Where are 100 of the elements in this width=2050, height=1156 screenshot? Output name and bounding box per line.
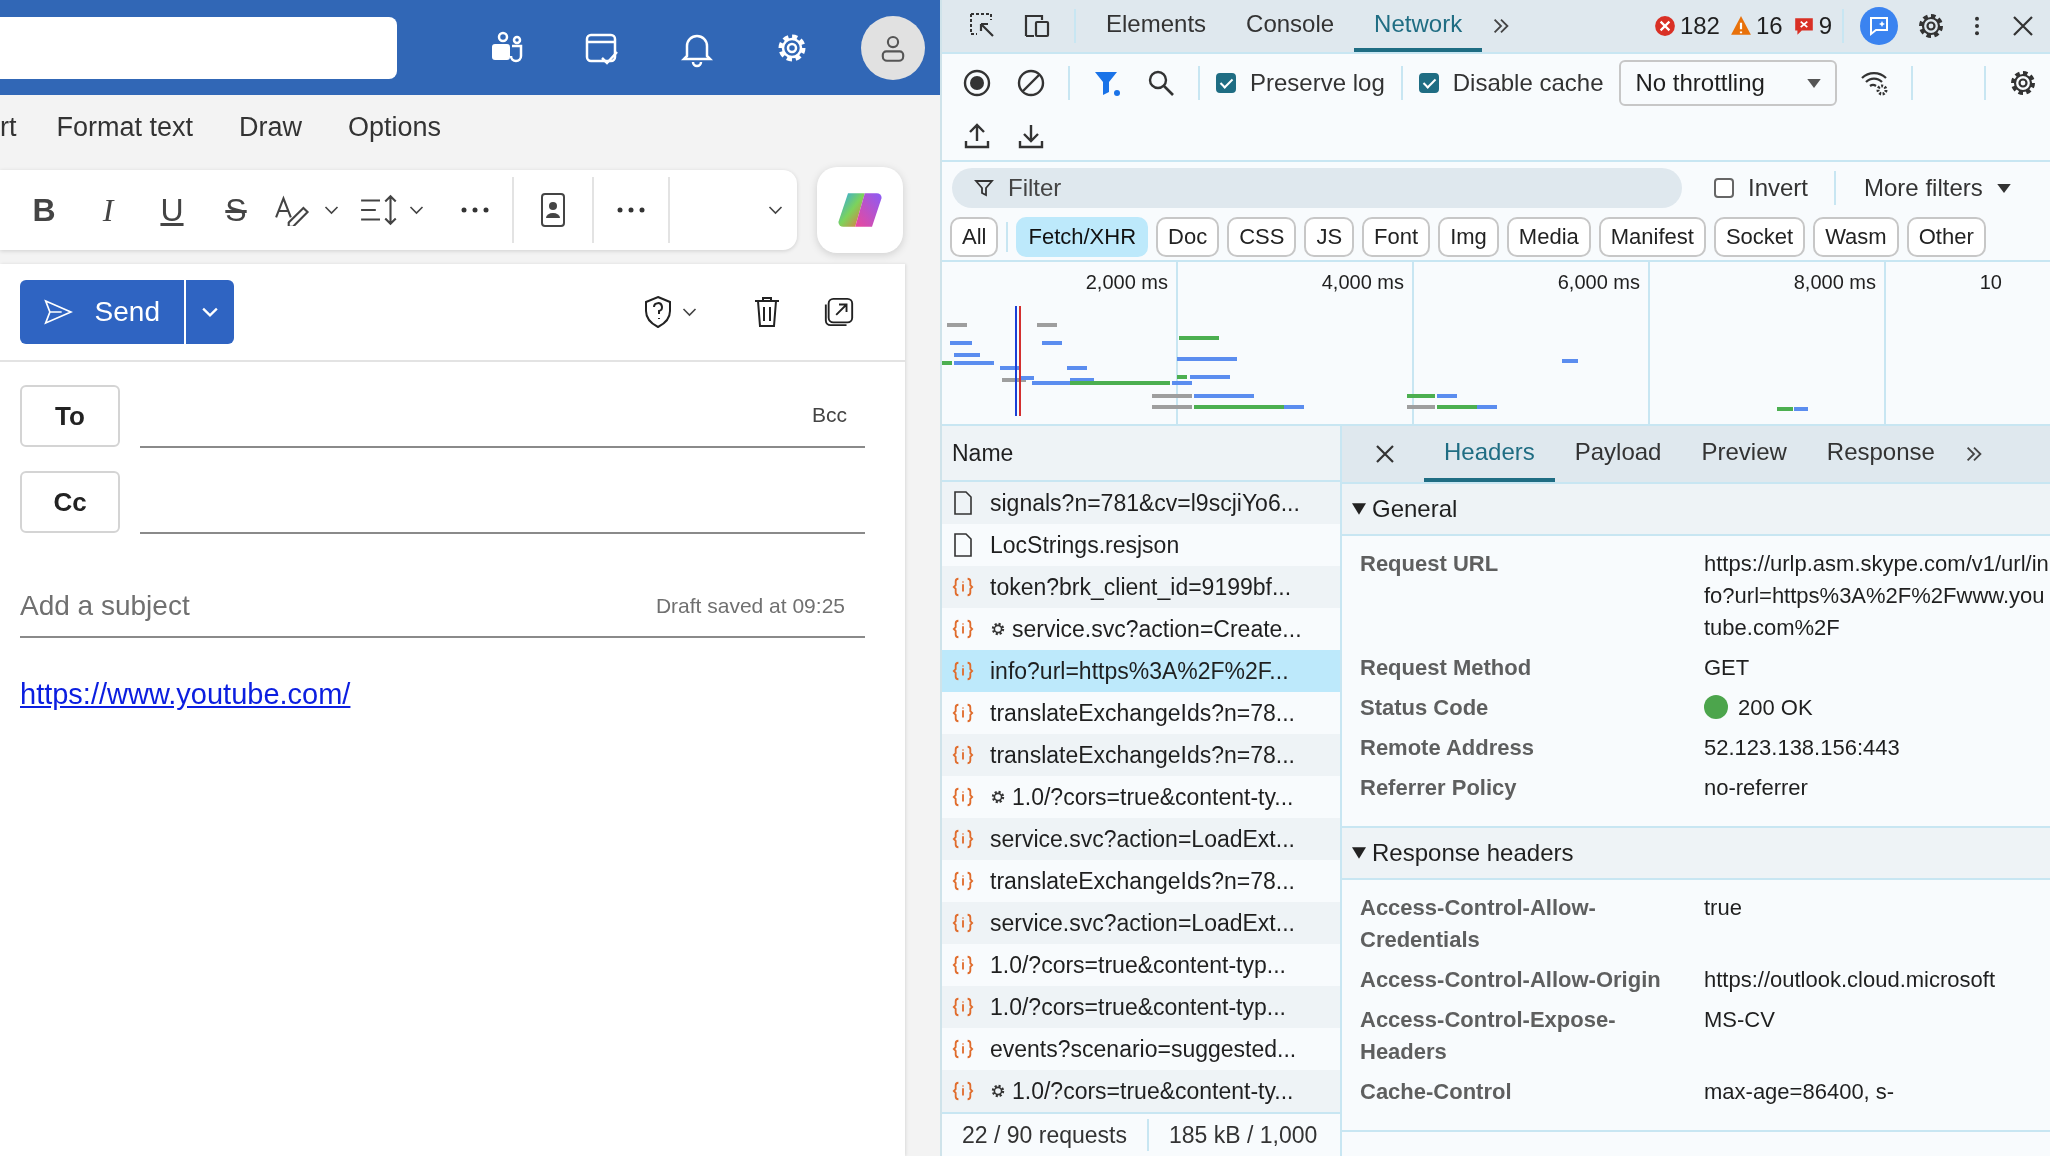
request-name: service.svc?action=LoadExt...: [990, 825, 1295, 853]
timeline-tick: 2,000 ms: [1084, 270, 1169, 294]
ribbon-tab[interactable]: Draw: [239, 112, 303, 143]
format-button[interactable]: I: [76, 191, 140, 229]
panel-tab[interactable]: Elements: [1086, 0, 1227, 52]
search-icon[interactable]: [1146, 68, 1176, 98]
error-icon: [1653, 15, 1676, 37]
popout-icon[interactable]: [823, 295, 855, 329]
fetch-icon: [952, 785, 974, 809]
request-row[interactable]: 1.0/?cors=true&content-typ...: [942, 986, 1340, 1028]
timeline-overview[interactable]: 2,000 ms 4,000 ms 6,000 ms 8,000 ms 10: [942, 262, 2050, 426]
to-button[interactable]: To: [20, 385, 120, 447]
timeline-tick: 10: [1978, 270, 2003, 294]
header-name: Remote Address: [1359, 734, 1535, 762]
header-value: MS-CV: [1704, 1006, 1775, 1034]
request-name: 1.0/?cors=true&content-typ...: [990, 951, 1286, 979]
request-row[interactable]: service.svc?action=LoadExt...: [942, 902, 1340, 944]
request-name: service.svc?action=Create...: [1012, 615, 1302, 643]
settings-icon[interactable]: [1916, 11, 1946, 41]
request-row[interactable]: token?brk_client_id=9199bf...: [942, 566, 1340, 608]
cc-button[interactable]: Cc: [20, 471, 120, 533]
shield-question-icon[interactable]: [642, 295, 674, 329]
type-filter-chip[interactable]: Img: [1438, 217, 1499, 257]
type-filter-chip[interactable]: All: [950, 217, 999, 257]
type-filter-chip[interactable]: Other: [1906, 217, 1986, 257]
contact-card-icon[interactable]: [538, 192, 568, 228]
more-filters-dropdown[interactable]: More filters: [1864, 174, 2011, 202]
ai-assistant-button[interactable]: [1860, 7, 1898, 45]
document-icon: [952, 491, 974, 515]
search-field[interactable]: [0, 16, 397, 79]
issue-count[interactable]: 9: [1818, 12, 1832, 40]
expand-triangle-icon: [1352, 847, 1366, 859]
type-filter-chip[interactable]: JS: [1304, 217, 1355, 257]
format-button[interactable]: U: [140, 191, 204, 229]
request-row[interactable]: signals?n=781&cv=l9scjiYo6...: [942, 482, 1340, 524]
to-field[interactable]: Bcc: [140, 384, 865, 448]
disable-cache-checkbox[interactable]: Disable cache: [1418, 69, 1604, 97]
filter-field[interactable]: Filter: [952, 168, 1682, 208]
preserve-log-checkbox[interactable]: Preserve log: [1216, 69, 1385, 97]
error-count[interactable]: 182: [1679, 12, 1720, 40]
column-header[interactable]: Name: [942, 426, 1340, 482]
fetch-icon: [952, 869, 974, 893]
request-row[interactable]: translateExchangeIds?n=78...: [942, 734, 1340, 776]
throttling-select[interactable]: No throttling: [1619, 60, 1838, 106]
type-filter-chip[interactable]: Fetch/XHR: [1016, 217, 1149, 257]
header-name: Status Code: [1359, 694, 1490, 722]
format-button[interactable]: S: [204, 191, 268, 229]
request-row[interactable]: service.svc?action=LoadExt...: [942, 818, 1340, 860]
header-name: Access-Control-Allow-Credentials: [1359, 894, 1597, 954]
copilot-button[interactable]: [817, 167, 903, 253]
fetch-icon: [952, 1079, 974, 1103]
type-filter-chip[interactable]: Wasm: [1813, 217, 1899, 257]
caret-icon[interactable]: [324, 205, 339, 215]
header-name: Request URL: [1359, 550, 1500, 578]
ribbon-tab[interactable]: rt: [0, 112, 17, 143]
invert-checkbox[interactable]: Invert: [1714, 174, 1809, 202]
detail-tab[interactable]: Response: [1806, 426, 1955, 482]
body-link[interactable]: https://www.youtube.com/: [20, 678, 351, 711]
send-button[interactable]: Send: [20, 280, 184, 344]
fetch-icon: [952, 1037, 974, 1061]
bcc-link[interactable]: Bcc: [812, 403, 847, 427]
header-value: https://outlook.cloud.microsoft: [1704, 966, 1996, 994]
warning-count[interactable]: 16: [1755, 12, 1783, 40]
request-row[interactable]: 1.0/?cors=true&content-ty...: [942, 1070, 1340, 1112]
request-name: token?brk_client_id=9199bf...: [990, 573, 1292, 601]
more-icon[interactable]: [616, 206, 646, 214]
detail-tab[interactable]: Payload: [1554, 426, 1682, 482]
type-filter-chip[interactable]: Font: [1362, 217, 1431, 257]
ribbon-tab[interactable]: Options: [348, 112, 442, 143]
record-icon[interactable]: [962, 68, 992, 98]
timeline-tick: 6,000 ms: [1556, 270, 1641, 294]
send-options-button[interactable]: [184, 280, 234, 344]
panel-tab[interactable]: Network: [1354, 0, 1483, 52]
clear-icon[interactable]: [1016, 68, 1046, 98]
type-filter-chip[interactable]: Manifest: [1598, 217, 1706, 257]
fetch-icon: [952, 953, 974, 977]
subject-field[interactable]: Add a subject: [20, 590, 656, 622]
upload-icon[interactable]: [962, 121, 992, 151]
detail-tab[interactable]: Preview: [1681, 426, 1807, 482]
request-row[interactable]: info?url=https%3A%2F%2F...: [942, 650, 1340, 692]
header-name: Access-Control-Allow-Origin: [1359, 966, 1662, 994]
caret-icon[interactable]: [682, 307, 697, 317]
format-button[interactable]: B: [12, 191, 76, 229]
type-filter-chip[interactable]: Media: [1506, 217, 1591, 257]
document-icon: [952, 533, 974, 557]
caret-icon[interactable]: [409, 205, 424, 215]
type-filter-chip[interactable]: Doc: [1156, 217, 1220, 257]
draft-status: Draft saved at 09:25: [655, 594, 845, 618]
section-header[interactable]: General: [1342, 484, 2050, 536]
ribbon-tab[interactable]: Format text: [56, 112, 194, 143]
panel-tab[interactable]: Console: [1226, 0, 1355, 52]
request-name: service.svc?action=LoadExt...: [990, 909, 1295, 937]
section-header[interactable]: Response headers: [1342, 828, 2050, 880]
settings-icon[interactable]: [2008, 68, 2038, 98]
caret-icon: [202, 306, 218, 318]
type-filter-chip[interactable]: CSS: [1227, 217, 1297, 257]
type-filter-chip[interactable]: Socket: [1713, 217, 1806, 257]
header-name: Referrer Policy: [1359, 774, 1518, 802]
more-icon[interactable]: [460, 206, 490, 214]
caret-icon[interactable]: [768, 205, 783, 215]
